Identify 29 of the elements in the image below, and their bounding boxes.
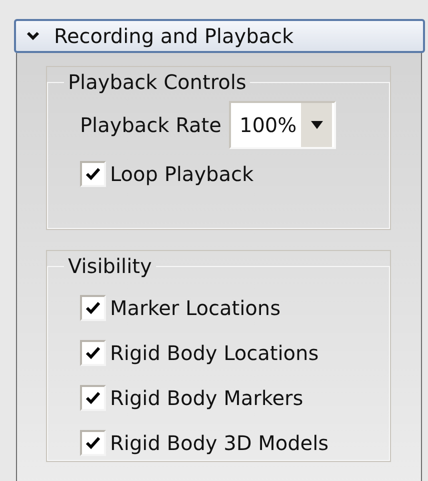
checkbox-box[interactable] [80, 340, 106, 366]
check-icon [85, 346, 101, 360]
dropdown-button[interactable] [301, 103, 332, 147]
group-title: Visibility [67, 253, 153, 280]
checkbox-label: Loop Playback [110, 160, 254, 188]
checkbox-box[interactable] [80, 294, 106, 320]
checkbox-box[interactable] [80, 160, 106, 186]
check-icon [85, 300, 101, 314]
checkbox-label: Rigid Body Markers [110, 384, 304, 412]
rate-label: Playback Rate [80, 112, 222, 139]
group-title: Playback Controls [67, 69, 248, 96]
checkbox-label: Rigid Body 3D Models [110, 430, 329, 456]
check-icon [85, 436, 101, 450]
section-header[interactable]: Recording and Playback [14, 19, 425, 53]
checkbox-label: Rigid Body Locations [110, 340, 319, 366]
checkbox-box[interactable] [80, 430, 106, 456]
checkbox-box[interactable] [80, 384, 106, 410]
checkbox[interactable]: Marker Locations [80, 285, 381, 330]
check-icon [85, 390, 101, 404]
checkbox[interactable]: Rigid Body 3D Models [80, 420, 381, 465]
checkbox[interactable]: Rigid Body Locations [80, 330, 381, 375]
checkbox-label: Marker Locations [110, 294, 280, 322]
rate-value: 100% [238, 112, 298, 139]
chevron-down-icon [26, 31, 40, 41]
dropdown-arrow-icon [310, 121, 323, 129]
checkbox[interactable]: Rigid Body Markers [80, 375, 381, 420]
checkbox[interactable]: Loop Playback [80, 151, 381, 196]
rate-dropdown[interactable]: 100% [229, 101, 336, 149]
check-icon [85, 166, 101, 180]
